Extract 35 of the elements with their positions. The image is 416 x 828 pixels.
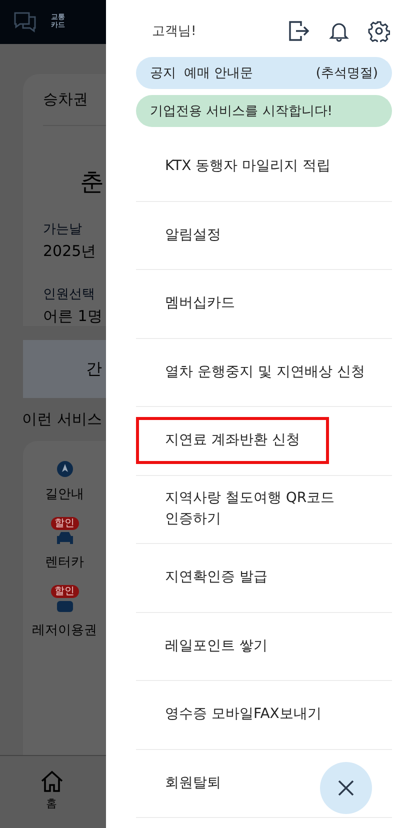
menu-item[interactable]: 지연확인증 발급 (136, 554, 296, 602)
menu-item[interactable]: 영수증 모바일FAX보내기 (136, 691, 350, 738)
menu-item[interactable]: 레일포인트 쌓기 (136, 622, 296, 670)
menu-item[interactable]: 멤버십카드 (136, 280, 264, 328)
station-text: 춘 (80, 167, 104, 198)
section-title: 이런 서비스 (22, 410, 103, 429)
logout-icon[interactable] (288, 20, 310, 42)
notice-banner[interactable]: 공지 예매 안내문 (추석명절) (136, 57, 392, 89)
date-label: 가는날 (43, 221, 83, 238)
menu-item[interactable]: 알림설정 (136, 212, 250, 259)
car-icon[interactable] (56, 531, 74, 545)
date-value: 2025년 (43, 242, 98, 261)
notice-note: (추석명절) (316, 65, 378, 82)
close-icon (337, 779, 355, 797)
search-button[interactable]: 간 (23, 340, 106, 398)
greeting-text: 고객님! (151, 23, 198, 40)
settings-icon[interactable] (368, 20, 390, 42)
discount-badge: 할인 (50, 585, 78, 598)
notice-tag: 공지 (150, 64, 176, 82)
menu-item[interactable]: 회원탈퇴 (136, 760, 250, 807)
people-value: 어른 1명 (43, 307, 104, 326)
navigation-icon[interactable] (56, 461, 72, 477)
people-label: 인원선택 (43, 286, 96, 303)
menu-item[interactable]: 지역사랑 철도여행 QR코드 인증하기 (136, 475, 364, 544)
menu-item[interactable]: KTX 동행자 마일리지 적립 (136, 143, 360, 190)
promo-text: 기업전용 서비스를 시작합니다! (150, 103, 332, 120)
notice-text: 예매 안내문 (184, 65, 254, 82)
discount-badge: 할인 (50, 517, 78, 530)
bell-icon[interactable] (328, 20, 350, 42)
promo-banner[interactable]: 기업전용 서비스를 시작합니다! (136, 95, 392, 127)
close-button[interactable] (320, 762, 372, 814)
ticket-icon[interactable] (56, 599, 74, 613)
menu-item[interactable]: 지연료 계좌반환 신청 (136, 417, 329, 464)
menu-item[interactable]: 열차 운행중지 및 지연배상 신청 (136, 348, 394, 396)
home-icon[interactable] (40, 770, 64, 792)
